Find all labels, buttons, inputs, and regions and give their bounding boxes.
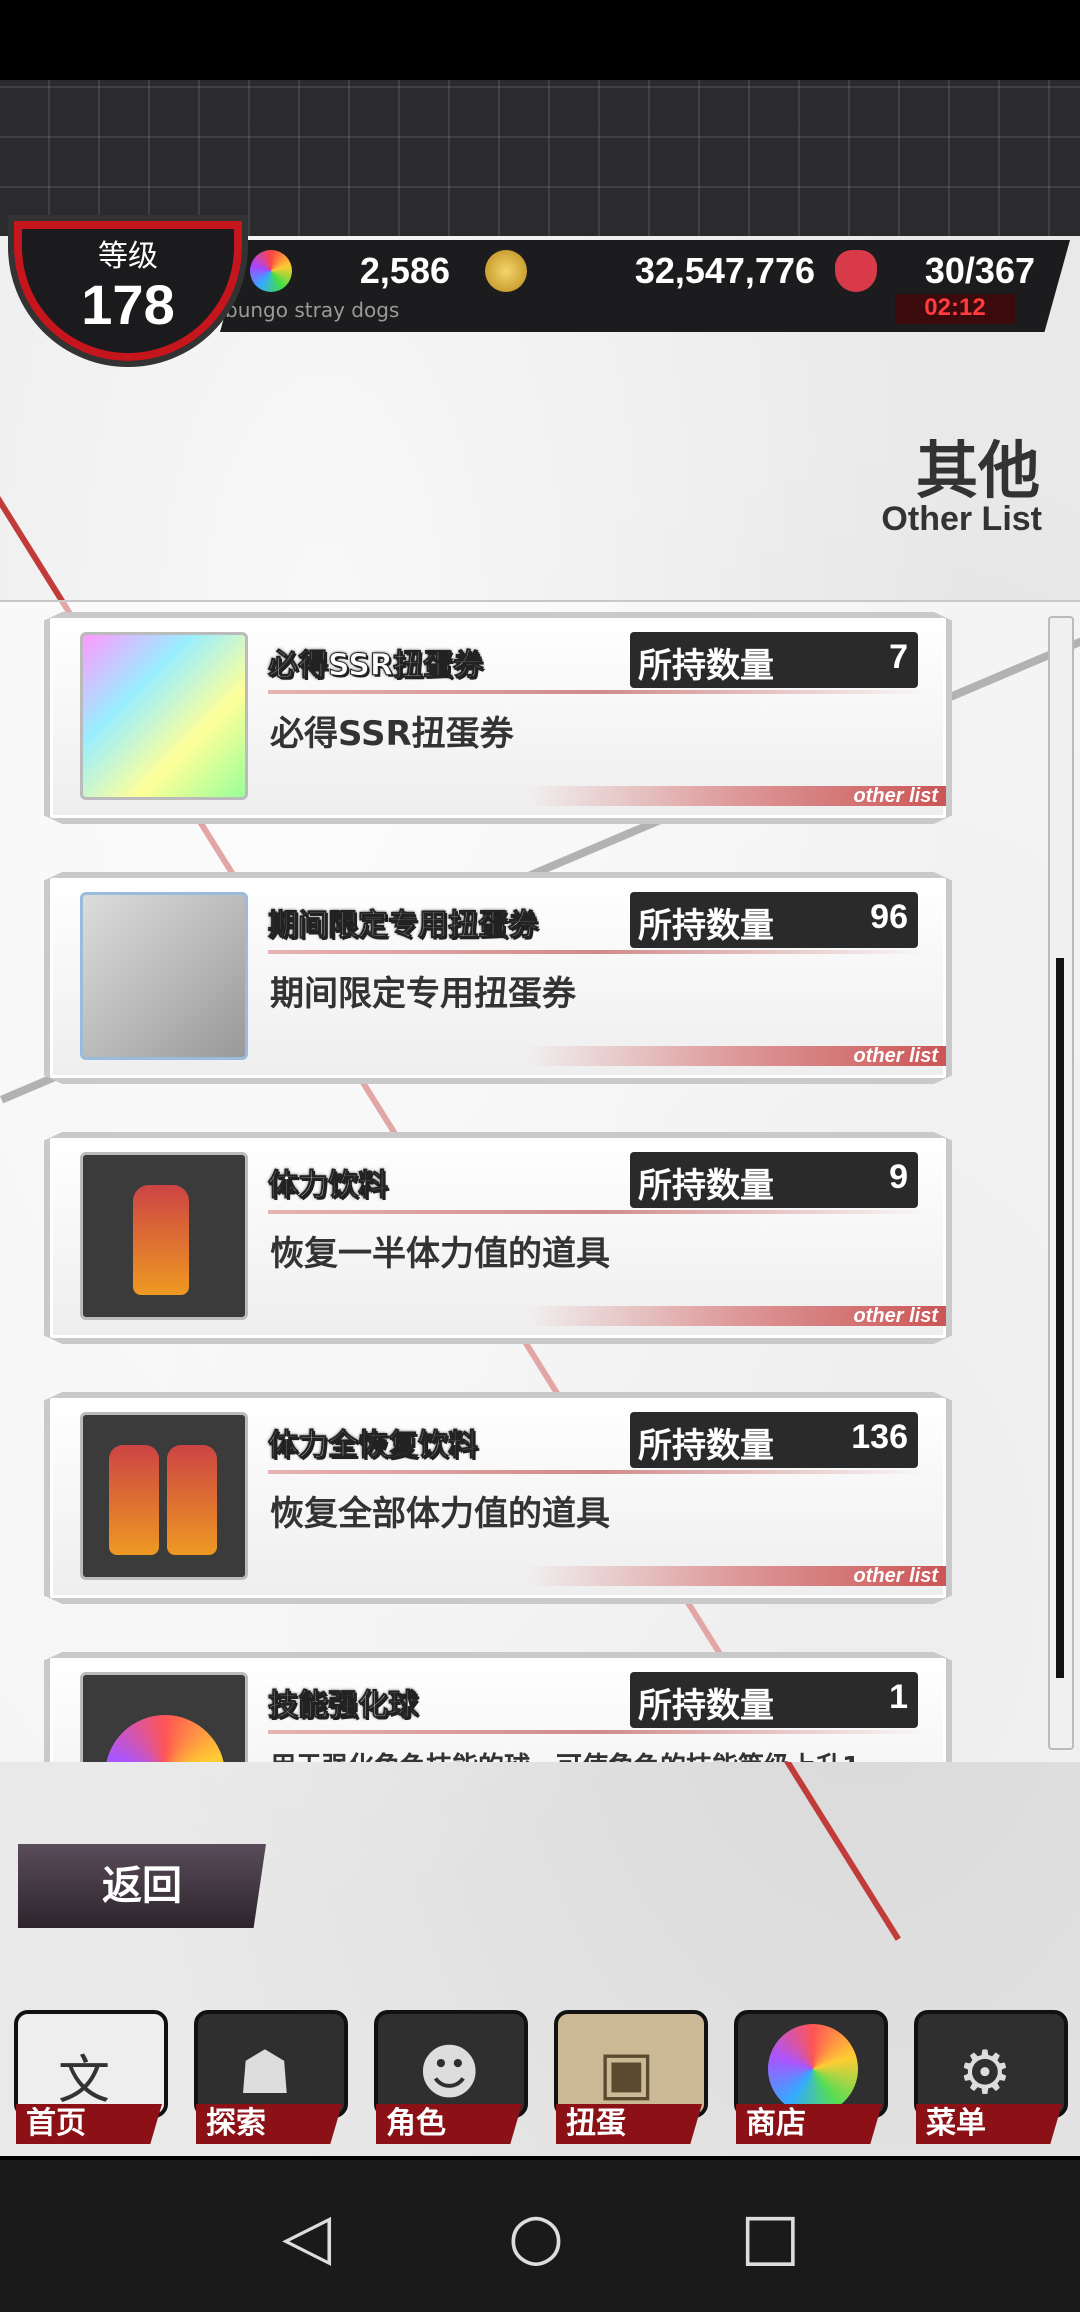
nav-characters[interactable]: ☻ 角色 bbox=[362, 2000, 528, 2150]
divider bbox=[268, 1470, 928, 1474]
quantity-label: 所持数量 bbox=[638, 1426, 774, 1466]
item-tag: other list bbox=[853, 1565, 938, 1587]
nav-label: 商店 bbox=[736, 2104, 882, 2144]
quantity-value: 1 bbox=[889, 1678, 908, 1716]
quantity-value: 9 bbox=[889, 1158, 908, 1196]
gem-icon bbox=[250, 250, 292, 292]
coin-value: 32,547,776 bbox=[634, 250, 815, 291]
ap-drink-icon bbox=[80, 1152, 248, 1320]
nav-menu[interactable]: ⚙ 菜单 bbox=[902, 2000, 1068, 2150]
status-bar bbox=[0, 0, 1080, 80]
gem-value: 2,586 bbox=[359, 250, 450, 291]
item-name: 期间限定专用扭蛋券 bbox=[268, 908, 539, 944]
ap-value: 30/367 bbox=[924, 250, 1035, 291]
divider bbox=[268, 950, 928, 954]
quantity-box: 所持数量 7 bbox=[630, 632, 918, 688]
level-label: 等级 bbox=[98, 239, 158, 274]
coin-counter[interactable]: 32,547,776 bbox=[485, 246, 815, 298]
resource-bar: 2,586 32,547,776 30/367 bungo stray dogs… bbox=[220, 240, 1070, 332]
quantity-box: 所持数量 9 bbox=[630, 1152, 918, 1208]
quantity-value: 7 bbox=[889, 638, 908, 676]
ap-counter[interactable]: 30/367 bbox=[835, 246, 1035, 298]
item-tag: other list bbox=[853, 1305, 938, 1327]
explore-icon: ☗ bbox=[194, 2010, 348, 2118]
quantity-label: 所持数量 bbox=[638, 906, 774, 946]
gem-counter[interactable]: 2,586 bbox=[250, 246, 450, 298]
item-description: 必得SSR扭蛋券 bbox=[270, 714, 514, 754]
item-tag: other list bbox=[853, 785, 938, 807]
bottom-nav: 文 首页 ☗ 探索 ☻ 角色 ▣ 扭蛋 商店 ⚙ 菜单 bbox=[0, 2000, 1080, 2160]
list-item[interactable]: 体力饮料 所持数量 9 恢复一半体力值的道具 other list bbox=[44, 1132, 952, 1344]
nav-explore[interactable]: ☗ 探索 bbox=[182, 2000, 348, 2150]
back-nav-icon[interactable]: ◁ bbox=[282, 2200, 331, 2274]
list-item[interactable]: 技能强化球 所持数量 1 用于强化角色技能的球。可使角色的技能等级上升1。 bbox=[44, 1652, 952, 1762]
moon-shape bbox=[768, 2024, 858, 2114]
quantity-box: 所持数量 136 bbox=[630, 1412, 918, 1468]
divider bbox=[268, 1730, 928, 1734]
bottle-shape bbox=[167, 1445, 217, 1555]
gacha-icon: ▣ bbox=[554, 2010, 708, 2118]
divider bbox=[268, 690, 928, 694]
heart-ap-icon bbox=[835, 250, 877, 292]
scrollbar-thumb[interactable] bbox=[1056, 958, 1064, 1678]
item-description: 用于强化角色技能的球。可使角色的技能等级上升1。 bbox=[270, 1746, 886, 1762]
nav-label: 首页 bbox=[16, 2104, 162, 2144]
ap-timer: 02:12 bbox=[895, 294, 1015, 324]
top-band bbox=[0, 80, 1080, 236]
quantity-label: 所持数量 bbox=[638, 1166, 774, 1206]
home-icon: 文 bbox=[14, 2010, 168, 2118]
characters-icon: ☻ bbox=[374, 2010, 528, 2118]
ap-drinks-icon bbox=[80, 1412, 248, 1580]
nav-home[interactable]: 文 首页 bbox=[2, 2000, 168, 2150]
bottle-shape bbox=[133, 1185, 189, 1295]
item-list[interactable]: 必得SSR扭蛋券 所持数量 7 必得SSR扭蛋券 other list 期间限定… bbox=[0, 600, 1080, 1762]
shop-icon bbox=[734, 2010, 888, 2118]
menu-icon: ⚙ bbox=[914, 2010, 1068, 2118]
nav-gacha[interactable]: ▣ 扭蛋 bbox=[542, 2000, 708, 2150]
nav-shop[interactable]: 商店 bbox=[722, 2000, 888, 2150]
quantity-value: 136 bbox=[851, 1418, 908, 1456]
recents-nav-icon[interactable]: □ bbox=[740, 2200, 800, 2274]
home-nav-icon[interactable]: ○ bbox=[508, 2200, 564, 2274]
nav-label: 菜单 bbox=[916, 2104, 1062, 2144]
nav-label: 扭蛋 bbox=[556, 2104, 702, 2144]
item-name: 体力全恢复饮料 bbox=[268, 1428, 479, 1464]
divider bbox=[268, 1210, 928, 1214]
bottle-shape bbox=[109, 1445, 159, 1555]
nav-label: 角色 bbox=[376, 2104, 522, 2144]
skill-orb-icon bbox=[80, 1672, 248, 1762]
item-description: 恢复全部体力值的道具 bbox=[270, 1494, 610, 1534]
level-value: 178 bbox=[81, 273, 175, 336]
list-item[interactable]: 必得SSR扭蛋券 所持数量 7 必得SSR扭蛋券 other list bbox=[44, 612, 952, 824]
quantity-box: 所持数量 1 bbox=[630, 1672, 918, 1728]
back-button[interactable]: 返回 bbox=[18, 1844, 266, 1928]
game-subtitle: bungo stray dogs bbox=[225, 298, 400, 322]
coin-icon bbox=[485, 250, 527, 292]
page-title: 其他 bbox=[915, 434, 1040, 507]
quantity-box: 所持数量 96 bbox=[630, 892, 918, 948]
quantity-label: 所持数量 bbox=[638, 646, 774, 686]
item-name: 必得SSR扭蛋券 bbox=[268, 648, 484, 684]
quantity-value: 96 bbox=[870, 898, 908, 936]
scout-ticket-icon bbox=[80, 892, 248, 1060]
quantity-label: 所持数量 bbox=[638, 1686, 774, 1726]
ssr-ticket-icon bbox=[80, 632, 248, 800]
item-description: 期间限定专用扭蛋券 bbox=[270, 974, 576, 1014]
nav-label: 探索 bbox=[196, 2104, 342, 2144]
list-item[interactable]: 体力全恢复饮料 所持数量 136 恢复全部体力值的道具 other list bbox=[44, 1392, 952, 1604]
system-nav-bar: ◁ ○ □ bbox=[0, 2160, 1080, 2312]
orb-shape bbox=[105, 1715, 225, 1762]
item-name: 体力饮料 bbox=[268, 1168, 389, 1204]
page-subtitle: Other List bbox=[881, 500, 1042, 538]
item-name: 技能强化球 bbox=[268, 1688, 419, 1724]
list-item[interactable]: 期间限定专用扭蛋券 所持数量 96 期间限定专用扭蛋券 other list bbox=[44, 872, 952, 1084]
item-description: 恢复一半体力值的道具 bbox=[270, 1234, 610, 1274]
item-tag: other list bbox=[853, 1045, 938, 1067]
